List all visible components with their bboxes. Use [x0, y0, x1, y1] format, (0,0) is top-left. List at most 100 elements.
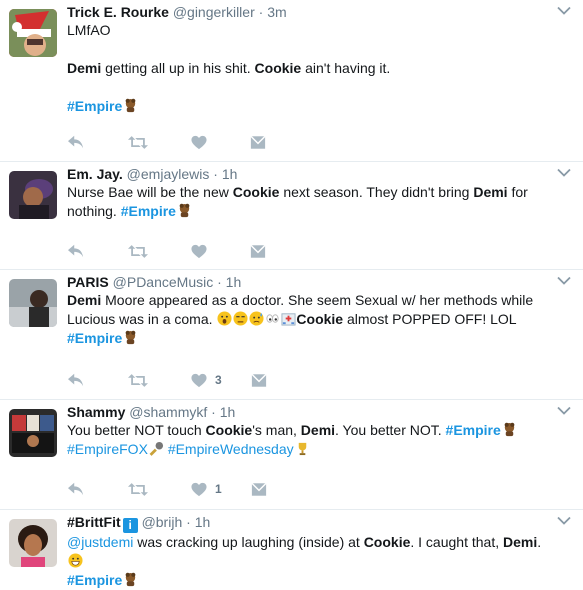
reply-button[interactable] [67, 242, 85, 260]
hashtag-emoji-icon [502, 422, 517, 437]
timestamp[interactable]: 1h [222, 166, 238, 182]
hashtag-link[interactable]: #Empire [446, 422, 501, 438]
message-button[interactable] [250, 133, 266, 151]
hashtag-link[interactable]: #Empire [67, 330, 122, 346]
keyword: Demi [473, 184, 508, 200]
microphone-emoji [149, 441, 163, 456]
display-name[interactable]: Trick E. Rourke [67, 4, 169, 20]
text-segment: was cracking up laughing (inside) at [133, 534, 364, 550]
tweet[interactable]: Em. Jay. @emjaylewis · 1h Nurse Bae will… [0, 162, 583, 270]
tweet-text: @justdemi was cracking up laughing (insi… [67, 533, 553, 590]
hashtag-emoji-icon [123, 572, 138, 587]
text-segment: ain't having it. [301, 60, 391, 76]
tweet-line: Demi getting all up in his shit. Cookie … [67, 59, 553, 78]
heart-icon [191, 135, 207, 150]
tweet-text: LMfAO Demi getting all up in his shit. C… [67, 21, 553, 116]
hashtag-emoji-icon [123, 330, 138, 345]
hospital-emoji [281, 313, 296, 326]
tweet-line: Lucious was in a coma. Cookie almost POP… [67, 310, 553, 329]
user-handle[interactable]: @emjaylewis [127, 166, 210, 182]
avatar[interactable] [9, 409, 57, 457]
avatar[interactable] [9, 9, 57, 57]
chevron-down-icon[interactable] [557, 516, 571, 526]
chevron-down-icon[interactable] [557, 276, 571, 286]
hashtag-emoji-icon [177, 203, 192, 218]
reply-button[interactable] [67, 480, 85, 498]
like-button[interactable] [191, 242, 207, 260]
like-button[interactable] [191, 133, 207, 151]
direct-message-icon [250, 244, 266, 259]
hashtag-link[interactable]: #EmpireFOX [67, 441, 148, 457]
user-handle[interactable]: @brijh [142, 514, 183, 530]
retweet-icon [128, 482, 148, 497]
retweet-button[interactable] [128, 480, 148, 498]
tweet-text: You better NOT touch Cookie's man, Demi.… [67, 421, 553, 459]
timestamp[interactable]: 1h [195, 514, 211, 530]
keyword: Demi [300, 422, 336, 438]
retweet-button[interactable] [128, 371, 148, 389]
display-name[interactable]: #BrittFit [67, 514, 121, 530]
direct-message-icon [250, 135, 266, 150]
text-segment: getting all up in his shit. [101, 60, 255, 76]
user-handle[interactable]: @PDanceMusic [113, 274, 214, 290]
keyword: Cookie [363, 534, 411, 550]
user-handle[interactable]: @gingerkiller [173, 4, 255, 20]
action-bar [67, 133, 309, 151]
message-button[interactable] [250, 242, 266, 260]
hashtag-link[interactable]: #Empire [67, 98, 122, 114]
keyword: Cookie [205, 422, 253, 438]
tweet[interactable]: #BrittFit i @brijh · 1h @justdemi was cra… [0, 510, 583, 588]
text-segment: for [507, 184, 528, 200]
avatar[interactable] [9, 519, 57, 567]
tweet-text: Demi Moore appeared as a doctor. She see… [67, 291, 553, 348]
like-button[interactable]: 1 [191, 480, 222, 498]
direct-message-icon [251, 482, 267, 497]
tweet[interactable]: Trick E. Rourke @gingerkiller · 3m LMfAO… [0, 0, 583, 162]
display-name[interactable]: Shammy [67, 404, 125, 420]
tweet[interactable]: Shammy @shammykf · 1h You better NOT tou… [0, 400, 583, 510]
chevron-down-icon[interactable] [557, 168, 571, 178]
keyword: Cookie [296, 311, 344, 327]
reply-button[interactable] [67, 371, 85, 389]
separator: · [217, 274, 222, 290]
timestamp[interactable]: 3m [267, 4, 286, 20]
user-handle[interactable]: @shammykf [129, 404, 207, 420]
reply-button[interactable] [67, 133, 85, 151]
avatar[interactable] [9, 171, 57, 219]
text-segment: 's man, [252, 422, 301, 438]
timestamp[interactable]: 1h [220, 404, 236, 420]
keyword: Cookie [232, 184, 280, 200]
retweet-button[interactable] [128, 242, 148, 260]
tweet-line: #Empire [67, 329, 553, 348]
chevron-down-icon[interactable] [557, 406, 571, 416]
avatar[interactable] [9, 279, 57, 327]
message-button[interactable] [251, 371, 267, 389]
reply-icon [67, 481, 85, 497]
timestamp[interactable]: 1h [226, 274, 242, 290]
text-segment: . I caught that, [410, 534, 503, 550]
eyes-emoji [266, 314, 279, 323]
like-count: 3 [215, 373, 222, 387]
mention-link[interactable]: @justdemi [67, 534, 133, 550]
direct-message-icon [251, 373, 267, 388]
tweet-line: #Empire [67, 571, 553, 590]
hashtag-link[interactable]: #EmpireWednesday [168, 441, 294, 457]
text-segment: Lucious was in a coma. [67, 311, 217, 327]
keyword: Demi [503, 534, 538, 550]
hashtag-emoji-icon [123, 98, 138, 113]
heart-icon [191, 244, 207, 259]
hashtag-link[interactable]: #Empire [121, 203, 176, 219]
tweet[interactable]: PARIS @PDanceMusic · 1h Demi Moore appea… [0, 270, 583, 400]
tweet-line: You better NOT touch Cookie's man, Demi.… [67, 421, 553, 440]
message-button[interactable] [251, 480, 267, 498]
display-name[interactable]: PARIS [67, 274, 109, 290]
like-button[interactable]: 3 [191, 371, 222, 389]
hashtag-link[interactable]: #Empire [67, 572, 122, 588]
reply-icon [67, 372, 85, 388]
display-name[interactable]: Em. Jay. [67, 166, 123, 182]
retweet-button[interactable] [128, 133, 148, 151]
keyword: Demi [67, 292, 102, 308]
chevron-down-icon[interactable] [557, 6, 571, 16]
sweat-face-emoji [249, 311, 264, 326]
tweet-text: Nurse Bae will be the new Cookie next se… [67, 183, 553, 221]
